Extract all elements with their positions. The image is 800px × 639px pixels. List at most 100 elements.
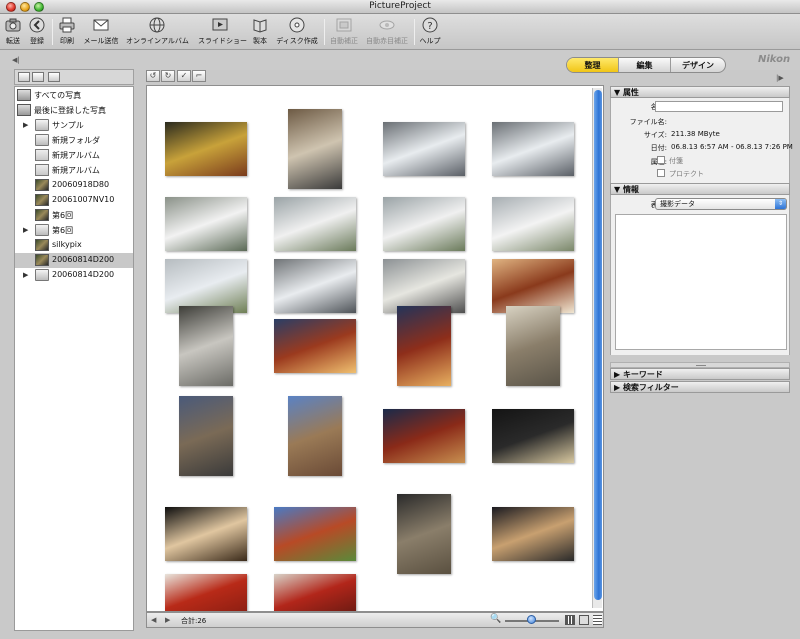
library-item[interactable]: 新規アルバム	[15, 148, 133, 163]
photo-thumbnail-castle-wall-sky[interactable]	[288, 396, 342, 476]
album-thumb-icon	[35, 194, 49, 206]
library-toolbar	[14, 69, 134, 85]
window-title: PictureProject	[369, 1, 431, 11]
disclosure-arrow-icon[interactable]: ▶	[23, 226, 28, 234]
date-value: 06.8.13 6:57 AM - 06.8.13 7:26 PM	[671, 143, 793, 151]
slideshow-button[interactable]: スライドショー	[198, 16, 247, 48]
print-button[interactable]: 印刷	[56, 16, 78, 48]
keyword-header[interactable]: ▶ キーワード	[610, 368, 790, 380]
photo-thumbnail-castle-wall[interactable]	[179, 396, 233, 476]
photo-thumbnail-airplanes-apron[interactable]	[492, 197, 574, 251]
register-button[interactable]: 登録	[26, 16, 48, 48]
photo-thumbnail-airplane-gate[interactable]	[274, 259, 356, 313]
info-header[interactable]: ▼ 情報	[610, 183, 790, 195]
tab-design[interactable]: デザイン	[671, 58, 725, 72]
view-toggle-icon[interactable]	[48, 72, 60, 82]
collapse-left-arrow-icon[interactable]: ◀|	[12, 56, 20, 64]
thumbnail-grid	[146, 85, 604, 612]
size-value: 211.38 MByte	[671, 130, 720, 138]
disclosure-arrow-icon[interactable]: ▶	[23, 271, 28, 279]
auto-redeye-button[interactable]: 自動赤目補正	[364, 16, 410, 48]
photo-thumbnail-shisa-mask[interactable]	[492, 259, 574, 313]
tab-edit[interactable]: 編集	[619, 58, 671, 72]
protect-checkbox[interactable]	[657, 169, 665, 177]
collapse-right-arrow-icon[interactable]: |▶	[776, 74, 784, 82]
new-folder-icon[interactable]	[32, 72, 44, 82]
play-icon	[212, 18, 228, 31]
photo-thumbnail-stone-arch-night[interactable]	[397, 494, 451, 574]
name-field[interactable]	[655, 101, 783, 112]
search-filter-header[interactable]: ▶ 検索フィルター	[610, 381, 790, 393]
library-item[interactable]: ▶ サンプル	[15, 118, 133, 133]
enhance-icon	[336, 18, 352, 32]
library-item[interactable]: 新規アルバム	[15, 163, 133, 178]
photo-thumbnail-stone-gate[interactable]	[506, 306, 560, 386]
photo-thumbnail-airplane-runway[interactable]	[383, 197, 465, 251]
photo-thumbnail-airplane-gate[interactable]	[492, 122, 574, 176]
properties-header[interactable]: ▼ 属性	[610, 86, 790, 98]
help-button[interactable]: ? ヘルプ	[418, 16, 442, 48]
crop-icon[interactable]: ⌐	[192, 70, 206, 82]
photo-thumbnail-shuri-gate[interactable]	[274, 319, 356, 373]
folder-icon	[35, 269, 49, 281]
zoom-slider-knob[interactable]	[527, 615, 536, 624]
library-item[interactable]: 20060814D200	[15, 253, 133, 268]
photo-thumbnail-airplane-runway[interactable]	[274, 197, 356, 251]
photo-thumbnail-palm-sunset[interactable]	[492, 507, 574, 561]
photo-thumbnail-sunset-rooftop[interactable]	[165, 507, 247, 561]
large-view-icon[interactable]	[579, 615, 589, 625]
library-item[interactable]: ▶ 20060814D200	[15, 268, 133, 283]
all-photos-icon	[17, 89, 31, 101]
auto-enhance-button[interactable]: 自動補正	[328, 16, 360, 48]
photo-thumbnail-ana-airplane[interactable]	[165, 259, 247, 313]
library-item[interactable]: 20061007NV10	[15, 193, 133, 208]
library-item[interactable]: ▶ 第6回	[15, 223, 133, 238]
library-item[interactable]: 新規フォルダ	[15, 133, 133, 148]
photo-thumbnail-shurijo-hall[interactable]	[165, 574, 247, 611]
title-bar: PictureProject	[0, 0, 800, 14]
next-arrow-icon[interactable]: ▶	[165, 616, 170, 624]
sticky-checkbox[interactable]	[657, 156, 665, 164]
photo-thumbnail-escalator-building[interactable]	[288, 109, 342, 189]
online-album-button[interactable]: オンラインアルバム	[126, 16, 189, 48]
new-album-icon[interactable]	[18, 72, 30, 82]
folder-icon	[35, 224, 49, 236]
library-item[interactable]: 20060918D80	[15, 178, 133, 193]
photo-thumbnail-red-hall[interactable]	[274, 507, 356, 561]
check-icon[interactable]: ✓	[177, 70, 191, 82]
photo-thumbnail-jal-airplane[interactable]	[165, 197, 247, 251]
photo-thumbnail-gate-silhouette[interactable]	[492, 409, 574, 463]
folder-icon	[35, 119, 49, 131]
transfer-button[interactable]: 転送	[2, 16, 24, 48]
library-item[interactable]: silkypix	[15, 238, 133, 253]
mode-tabs: 整理 編集 デザイン	[566, 57, 726, 73]
rotate-left-icon[interactable]: ↺	[146, 70, 160, 82]
photo-thumbnail-shuri-gate-night[interactable]	[397, 306, 451, 386]
display-select[interactable]: 撮影データ ⇕	[655, 198, 787, 210]
photo-thumbnail-airplane-gate[interactable]	[383, 122, 465, 176]
list-view-icon[interactable]	[593, 615, 602, 625]
globe-icon	[149, 17, 165, 33]
photo-thumbnail-red-gate-night[interactable]	[383, 409, 465, 463]
book-button[interactable]: 製本	[250, 16, 270, 48]
library-item[interactable]: 第6回	[15, 208, 133, 223]
tab-organize[interactable]: 整理	[567, 58, 619, 72]
photo-thumbnail-airplane-front[interactable]	[383, 259, 465, 313]
mail-button[interactable]: メール送信	[82, 16, 120, 48]
grid-view-icon[interactable]	[565, 615, 575, 625]
photo-thumbnail-station-interior[interactable]	[165, 122, 247, 176]
register-arrow-icon	[29, 17, 45, 33]
info-panel: ▼ 属性 名前: ファイル名: サイズ:211.38 MByte 日付:06.8…	[610, 86, 793, 396]
rotate-right-icon[interactable]: ↻	[161, 70, 175, 82]
brand-logo: Nikon	[758, 54, 791, 65]
library-item[interactable]: 最後に登録した写真	[15, 103, 133, 118]
create-disc-button[interactable]: ディスク作成	[276, 16, 318, 48]
photo-thumbnail-shurijo-hall-red[interactable]	[274, 574, 356, 611]
disclosure-arrow-icon[interactable]: ▶	[23, 121, 28, 129]
previous-arrow-icon[interactable]: ◀	[151, 616, 156, 624]
vertical-scrollbar[interactable]	[592, 88, 602, 608]
select-arrows-icon: ⇕	[775, 199, 786, 209]
library-item[interactable]: すべての写真	[15, 88, 133, 103]
photo-thumbnail-monorail-station[interactable]	[179, 306, 233, 386]
status-bar: ◀ ▶ 合計:26 🔍	[146, 612, 604, 628]
